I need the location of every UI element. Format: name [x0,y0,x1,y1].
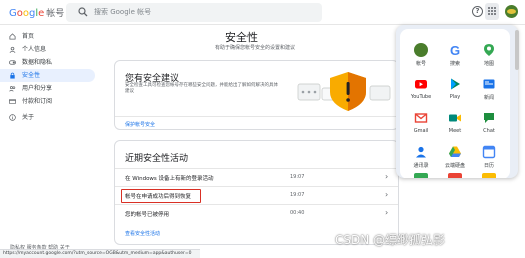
google-account-logo[interactable]: Google 帐号 [9,6,64,19]
lock-icon [10,72,15,79]
app-youtube[interactable]: YouTube [406,73,436,103]
watermark: CSDN @缥缈孤弘影 [335,233,446,247]
sidebar-item-label: 用户和分享 [22,85,53,92]
account-icon [414,43,428,57]
app-chat[interactable]: Chat [474,107,504,137]
svg-text:G: G [450,43,460,57]
app-search[interactable]: G 搜索 [440,39,470,69]
view-activity-link[interactable]: 查看安全性活动 [125,230,160,237]
activity-row[interactable]: 在 Windows 设备上有新的登录活动 19:07 › [115,168,398,186]
sidebar-item-label: 安全性 [22,72,41,79]
youtube-icon [415,80,427,89]
partial-app-icon [482,173,496,178]
apps-grid-icon[interactable] [485,3,499,20]
chat-icon [484,113,494,123]
avatar[interactable] [505,5,518,18]
app-label: 地图 [483,61,494,67]
secure-account-link[interactable]: 保护帐号安全 [125,121,155,128]
sidebar-item-personal-info[interactable]: 个人信息 [0,43,100,56]
sidebar-item-security[interactable]: 安全性 [0,69,95,82]
app-account[interactable]: 帐号 [406,39,436,69]
search-input[interactable]: 搜索 Google 帐号 [66,3,322,22]
divider [115,116,398,117]
activity-label: 您的帐号已被停用 [125,212,170,218]
gmail-icon [414,113,428,123]
sidebar-item-label: 个人信息 [22,46,47,53]
apps-panel: 帐号 G 搜索 地图 YouTube Play 新闻 Gmail Meet Ch… [400,29,510,178]
app-label: 日历 [483,163,494,169]
app-label: Meet [448,128,462,134]
play-icon [451,78,460,90]
apps-popup: 帐号 G 搜索 地图 YouTube Play 新闻 Gmail Meet Ch… [396,25,518,178]
activity-row[interactable]: 您的帐号已被停用 00:40 › [115,204,398,222]
drive-icon [449,146,461,157]
security-shield-illustration [297,72,391,111]
chevron-right-icon: › [385,190,389,199]
activity-time: 19:07 [290,174,305,180]
security-recommendations-card: 您有安全建议 安全检查工具可检查您帐号存在哪些安全问题，并能给出了解如何解决的具… [114,60,399,130]
page-subtitle: 有助于确保您帐号安全的设置和建议 [215,45,296,51]
sidebar-item-label: 付款和订阅 [22,98,53,105]
card-icon [9,98,16,105]
page-title: 安全性 [225,31,258,44]
help-icon[interactable]: ? [472,6,483,17]
sidebar-item-label: 首页 [22,33,35,40]
sidebar-item-home[interactable]: 首页 [0,30,100,43]
top-bar: Google 帐号 搜索 Google 帐号 ? [0,0,525,25]
news-icon [483,79,495,89]
search-placeholder: 搜索 Google 帐号 [94,8,152,16]
app-news[interactable]: 新闻 [474,73,504,103]
app-label: Chat [483,128,495,134]
activity-title: 近期安全性活动 [125,154,189,164]
people-icon [9,86,16,92]
activity-time: 00:40 [290,210,305,216]
google-search-icon: G [450,43,460,57]
chevron-right-icon: › [385,208,389,217]
app-maps[interactable]: 地图 [474,39,504,69]
home-icon [9,33,16,40]
sidebar-item-payments[interactable]: 付款和订阅 [0,95,100,108]
activity-label: 在 Windows 设备上有新的登录活动 [125,176,214,182]
activity-label: 帐号在申请成功后得到恢复 [125,194,192,200]
app-calendar[interactable]: 日历 [474,141,504,171]
app-label: Play [449,94,461,100]
partial-app-icon [414,173,428,178]
contacts-icon [416,146,426,158]
app-drive[interactable]: 云端硬盘 [440,141,470,171]
search-icon [78,7,88,17]
page: Google 帐号 搜索 Google 帐号 ? 首页 个人信息 数据和隐私 安… [0,0,525,258]
recommendations-description: 安全检查工具可检查您帐号存在哪些安全问题，并能给出了解如何解决的具体建议 [125,83,278,94]
app-label: 云端硬盘 [444,163,465,169]
app-label: Gmail [413,128,429,134]
activity-row-highlighted[interactable]: 帐号在申请成功后得到恢复 19:07 › [115,186,398,204]
app-label: 帐号 [415,61,426,67]
partial-app-icon [448,173,462,178]
app-meet[interactable]: Meet [440,107,470,137]
status-bar-url: https://myaccount.google.com/?utm_source… [0,249,200,258]
apps-popup-scrollbar[interactable] [515,30,519,70]
meet-icon [449,114,461,122]
app-play[interactable]: Play [440,73,470,103]
recent-security-activity-card: 近期安全性活动 在 Windows 设备上有新的登录活动 19:07 › 帐号在… [114,140,399,245]
sidebar: 首页 个人信息 数据和隐私 安全性 用户和分享 付款和订阅 关于 [0,30,100,124]
info-icon [9,114,16,121]
person-icon [9,46,16,53]
maps-icon [484,44,494,56]
sidebar-item-label: 数据和隐私 [22,59,53,66]
app-gmail[interactable]: Gmail [406,107,436,137]
chevron-right-icon: › [385,172,389,181]
app-label: YouTube [410,94,432,100]
app-label: 搜索 [449,61,460,67]
app-label: 通讯录 [413,163,429,169]
app-contacts[interactable]: 通讯录 [406,141,436,171]
sidebar-item-data-privacy[interactable]: 数据和隐私 [0,56,100,69]
app-label: 新闻 [483,95,494,101]
calendar-icon [482,145,496,159]
sidebar-item-label: 关于 [22,114,35,121]
sidebar-item-about[interactable]: 关于 [0,111,100,124]
sidebar-item-people-sharing[interactable]: 用户和分享 [0,82,100,95]
toggle-icon [9,60,16,65]
activity-time: 19:07 [290,192,305,198]
